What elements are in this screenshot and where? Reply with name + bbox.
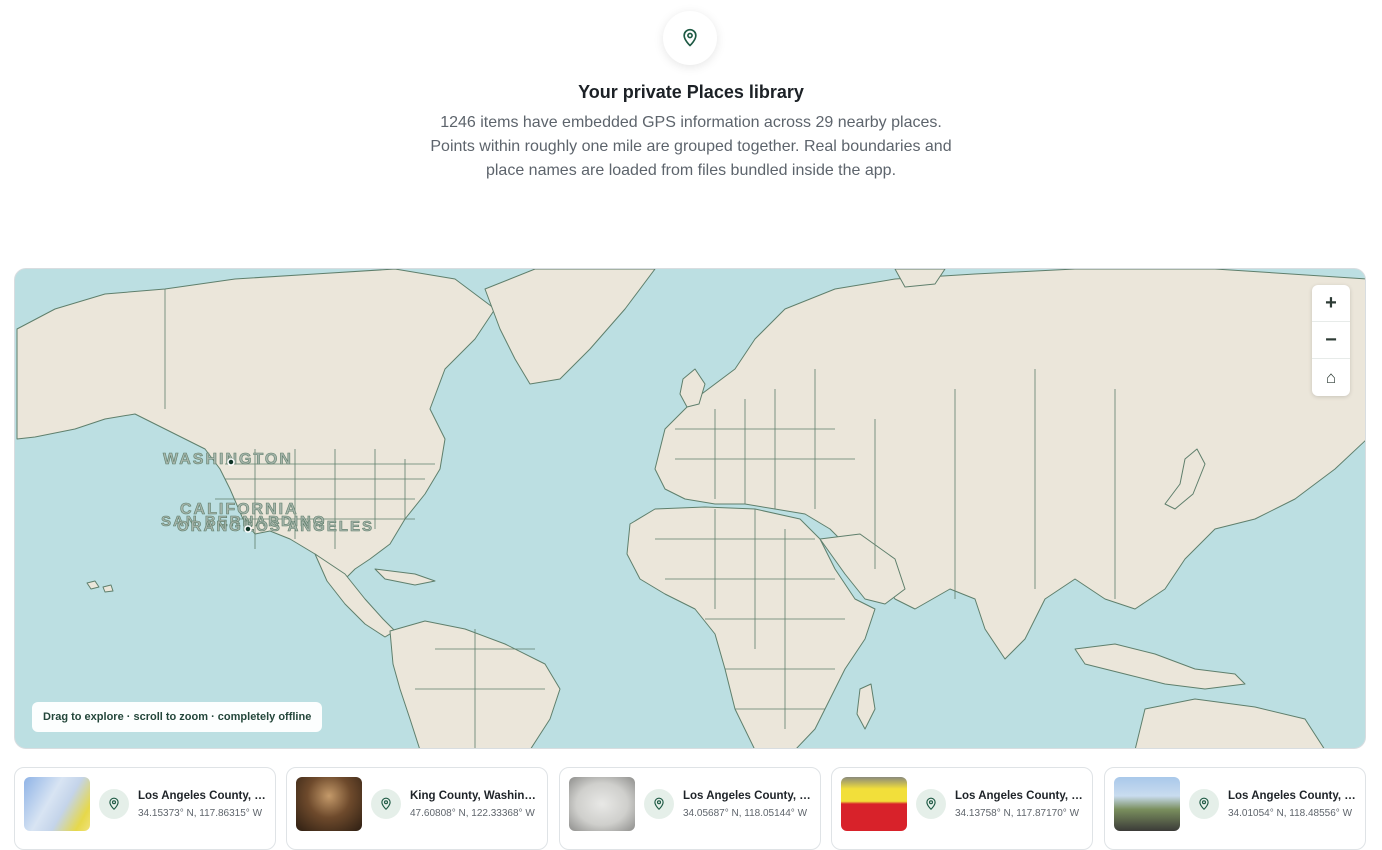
place-name: King County, Washington xyxy=(410,790,538,802)
map-pin-icon xyxy=(683,28,697,47)
home-button[interactable]: ⌂ xyxy=(1312,359,1350,396)
greenland-landmass xyxy=(484,269,656,385)
places-badge xyxy=(663,11,717,65)
place-coordinates: 34.15373° N, 117.86315° W xyxy=(138,808,263,819)
place-name: Los Angeles County, California xyxy=(683,790,811,802)
page-title: Your private Places library xyxy=(578,82,804,102)
madagascar-landmass xyxy=(856,683,876,730)
zoom-in-button[interactable]: + xyxy=(1312,285,1350,322)
place-name: Los Angeles County, California xyxy=(955,790,1083,802)
place-coordinates: 34.05687° N, 118.05144° W xyxy=(683,808,808,819)
place-coordinates: 34.13758° N, 117.87170° W xyxy=(955,808,1080,819)
north-america-landmass xyxy=(16,269,496,585)
label-los-angeles: LOS ANGELES xyxy=(245,518,374,535)
map-pin-icon xyxy=(371,789,401,819)
place-name: Los Angeles County, California xyxy=(138,790,266,802)
label-washington: WASHINGTON xyxy=(163,451,293,468)
place-thumbnail[interactable] xyxy=(569,777,635,831)
place-card[interactable]: Los Angeles County, California 34.13758°… xyxy=(831,767,1093,850)
place-cards: Los Angeles County, California 34.15373°… xyxy=(14,767,1366,850)
map-pin-icon xyxy=(1189,789,1219,819)
place-coordinates: 47.60808° N, 122.33368° W xyxy=(410,808,535,819)
map-controls: + − ⌂ xyxy=(1312,285,1350,396)
place-card[interactable]: Los Angeles County, California 34.15373°… xyxy=(14,767,276,850)
zoom-out-button[interactable]: − xyxy=(1312,322,1350,359)
page-description: 1246 items have embedded GPS information… xyxy=(430,114,952,179)
world-map-canvas[interactable]: WASHINGTON CALIFORNIA SAN BERNARDINO ORA… xyxy=(15,269,1366,749)
caribbean-landmass xyxy=(374,568,436,586)
world-map[interactable]: WASHINGTON CALIFORNIA SAN BERNARDINO ORA… xyxy=(14,268,1366,749)
places-header: Your private Places library 1246 items h… xyxy=(0,0,1382,250)
place-name: Los Angeles County, California xyxy=(1228,790,1356,802)
map-pin-icon xyxy=(916,789,946,819)
aleutian-islands xyxy=(86,580,114,593)
place-card[interactable]: Los Angeles County, California 34.05687°… xyxy=(559,767,821,850)
place-thumbnail[interactable] xyxy=(296,777,362,831)
map-pin-icon xyxy=(644,789,674,819)
place-coordinates: 34.01054° N, 118.48556° W xyxy=(1228,808,1353,819)
place-thumbnail[interactable] xyxy=(24,777,90,831)
place-card[interactable]: King County, Washington 47.60808° N, 122… xyxy=(286,767,548,850)
label-orange: ORANGE xyxy=(177,518,255,535)
indonesia-landmass xyxy=(1074,643,1246,690)
map-pin-icon xyxy=(99,789,129,819)
marker-los-angeles-county[interactable] xyxy=(244,525,252,533)
australia-landmass xyxy=(1134,698,1325,748)
map-hint: Drag to explore · scroll to zoom · compl… xyxy=(32,702,323,732)
marker-king-county[interactable] xyxy=(227,458,235,466)
place-card[interactable]: Los Angeles County, California 34.01054°… xyxy=(1104,767,1366,850)
place-thumbnail[interactable] xyxy=(1114,777,1180,831)
place-thumbnail[interactable] xyxy=(841,777,907,831)
